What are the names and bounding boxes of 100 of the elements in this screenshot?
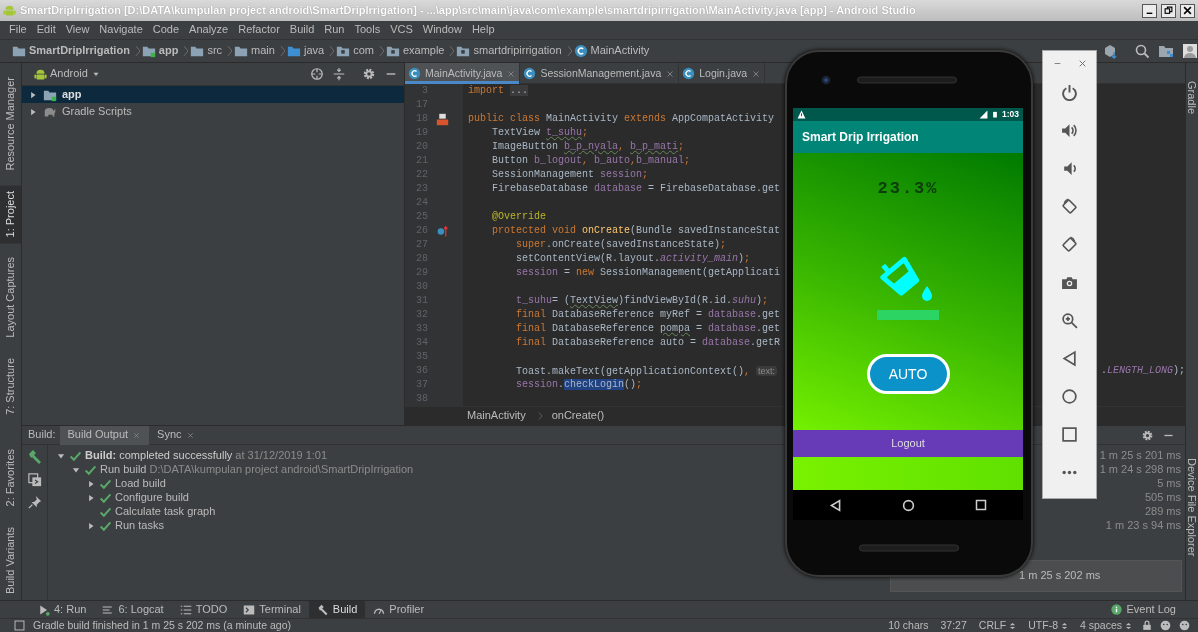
- menu-item[interactable]: Code: [147, 23, 185, 37]
- cube-download-icon[interactable]: [1102, 43, 1118, 59]
- menu-item[interactable]: File: [4, 23, 32, 37]
- tool-window-button[interactable]: Terminal: [235, 600, 309, 619]
- panel-tab[interactable]: Build Output: [59, 425, 150, 445]
- user-avatar-icon[interactable]: [1182, 43, 1198, 59]
- panel-title: Build:: [28, 428, 56, 442]
- breadcrumb-item[interactable]: smartdripirrigation: [454, 44, 564, 58]
- camera-button[interactable]: [1061, 274, 1078, 291]
- back-button[interactable]: [1061, 350, 1078, 367]
- tool-window-button[interactable]: 6: Logcat: [94, 600, 172, 619]
- expand-arrow-icon[interactable]: [56, 451, 66, 461]
- expand-arrow-icon[interactable]: [86, 521, 96, 531]
- menu-item[interactable]: VCS: [385, 23, 418, 37]
- tool-window-button[interactable]: Gradle: [1186, 77, 1198, 119]
- breadcrumb-item[interactable]: main: [232, 44, 277, 58]
- settings-icon[interactable]: [1141, 428, 1154, 442]
- expand-arrow-icon[interactable]: [86, 479, 96, 489]
- zoom-button[interactable]: [1061, 312, 1078, 329]
- panel-tab[interactable]: Sync: [149, 425, 203, 445]
- duration-text: 1 m 25 s 201 ms: [1099, 449, 1181, 463]
- menu-item[interactable]: Edit: [31, 23, 61, 37]
- logout-button[interactable]: Logout: [793, 430, 1023, 457]
- overview-icon[interactable]: [975, 499, 987, 511]
- close-icon: [1183, 6, 1192, 15]
- home-icon[interactable]: [902, 498, 915, 512]
- layout-file-icon[interactable]: [436, 112, 449, 126]
- breadcrumb-item[interactable]: example: [383, 44, 447, 58]
- breadcrumb-item[interactable]: src: [188, 44, 225, 58]
- menu-item[interactable]: Navigate: [94, 23, 148, 37]
- auto-button[interactable]: AUTO: [866, 354, 950, 395]
- code-line: .LENGTH_LONG);: [1100, 364, 1185, 378]
- breadcrumb-item[interactable]: java: [284, 44, 327, 58]
- hammer-icon[interactable]: [26, 449, 43, 465]
- minimize-button[interactable]: [1142, 3, 1157, 18]
- rotate-right-button[interactable]: [1061, 236, 1078, 253]
- overview-icon: [1061, 426, 1078, 443]
- collapse-all-icon[interactable]: [332, 67, 346, 81]
- power-button[interactable]: [1061, 84, 1078, 101]
- tool-window-button[interactable]: Build Variants: [0, 520, 21, 600]
- tool-window-button[interactable]: Build: [308, 600, 366, 619]
- tool-window-button[interactable]: Resource Manager: [0, 71, 21, 177]
- folder-icon: [336, 44, 351, 58]
- status-item[interactable]: 37:27: [938, 619, 969, 632]
- breadcrumb-item[interactable]: app: [139, 44, 181, 58]
- face-icon[interactable]: [1179, 620, 1190, 631]
- menu-item[interactable]: Refactor: [233, 23, 285, 37]
- face-icon[interactable]: [1160, 620, 1171, 631]
- view-dropdown[interactable]: Android: [32, 67, 103, 81]
- home-button[interactable]: [1061, 388, 1078, 405]
- menu-item[interactable]: Tools: [349, 23, 386, 37]
- tool-window-button[interactable]: TODO: [171, 600, 236, 619]
- menu-item[interactable]: Run: [319, 23, 350, 37]
- status-item[interactable]: UTF-8: [1026, 619, 1070, 632]
- build-step-label: Configure build: [115, 491, 189, 505]
- build-step-note: at 31/12/2019 1:01: [235, 449, 328, 463]
- breadcrumb-item[interactable]: MainActivity: [465, 409, 528, 423]
- check-icon: [84, 463, 97, 477]
- rotate-left-button[interactable]: [1061, 198, 1078, 215]
- pin-icon[interactable]: [27, 495, 42, 509]
- tool-window-button[interactable]: 2: Favorites: [0, 443, 21, 513]
- folder-icon: [456, 44, 471, 58]
- override-icon[interactable]: [436, 224, 449, 238]
- volume-down-button[interactable]: [1061, 160, 1078, 177]
- breadcrumb-item[interactable]: com: [334, 44, 376, 58]
- status-item[interactable]: 4 spaces: [1077, 619, 1134, 632]
- volume-up-button[interactable]: [1061, 122, 1078, 139]
- tool-window-button[interactable]: 4: Run: [30, 600, 95, 619]
- expand-arrow-icon[interactable]: [71, 465, 81, 475]
- breadcrumb-item[interactable]: MainActivity: [571, 44, 652, 58]
- tool-window-button[interactable]: Layout Captures: [0, 251, 21, 344]
- menu-item[interactable]: View: [60, 23, 95, 37]
- expand-arrow-icon[interactable]: [86, 493, 96, 503]
- tool-window-button[interactable]: 1: Project: [0, 184, 21, 244]
- back-icon[interactable]: [829, 498, 842, 512]
- search-icon[interactable]: [1134, 43, 1150, 59]
- panel-toggle-icon[interactable]: [14, 620, 25, 631]
- status-item[interactable]: 10 chars: [886, 619, 931, 632]
- project-structure-icon[interactable]: [1158, 43, 1174, 59]
- menu-item[interactable]: Help: [466, 23, 500, 37]
- tree-item[interactable]: app: [22, 86, 404, 103]
- editor-tab[interactable]: MainActivity.java: [405, 63, 521, 84]
- menu-item[interactable]: Analyze: [184, 23, 234, 37]
- tool-window-button[interactable]: Device File Explorer: [1186, 453, 1198, 560]
- event-log-button[interactable]: Event Log: [1103, 600, 1184, 619]
- lock-icon[interactable]: [1142, 620, 1152, 631]
- restore-button[interactable]: [1161, 3, 1176, 18]
- status-item[interactable]: CRLF: [976, 619, 1019, 632]
- tool-window-button[interactable]: Profiler: [365, 600, 433, 619]
- breadcrumb-item[interactable]: SmartDripIrrigation: [10, 44, 132, 58]
- close-button[interactable]: [1180, 3, 1195, 18]
- settings-icon[interactable]: [362, 67, 376, 81]
- menu-item[interactable]: Build: [284, 23, 320, 37]
- breadcrumb-item[interactable]: onCreate(): [549, 409, 607, 423]
- overview-button[interactable]: [1061, 426, 1078, 443]
- console-icon[interactable]: [27, 473, 42, 487]
- locate-icon[interactable]: [310, 67, 324, 81]
- tree-item[interactable]: Gradle Scripts: [22, 103, 404, 120]
- tool-window-button[interactable]: 7: Structure: [0, 351, 21, 421]
- menu-item[interactable]: Window: [417, 23, 467, 37]
